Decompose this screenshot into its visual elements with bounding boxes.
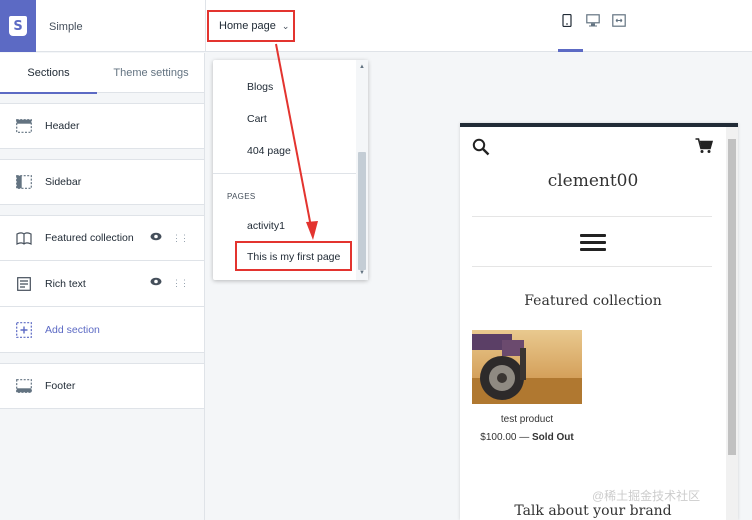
drag-handle-icon[interactable]: ⋮⋮	[172, 233, 189, 244]
section-label: Sidebar	[45, 176, 82, 188]
dropdown-item-activity1[interactable]: activity1	[247, 220, 285, 232]
divider	[472, 266, 712, 267]
sold-out-badge: Sold Out	[532, 432, 574, 443]
brand-heading: Talk about your brand	[514, 503, 672, 519]
preview-scrollbar[interactable]	[726, 127, 738, 520]
section-sidebar[interactable]: Sidebar	[0, 159, 204, 205]
featured-collection-heading: Featured collection	[524, 293, 662, 309]
divider	[472, 216, 712, 217]
dropdown-item-cart[interactable]: Cart	[247, 113, 267, 125]
product-name[interactable]: test product	[472, 414, 582, 425]
text-icon	[15, 276, 33, 292]
dropdown-pages-heading: PAGES	[227, 192, 256, 201]
fullscreen-icon[interactable]	[612, 14, 626, 34]
active-device-indicator	[558, 49, 583, 52]
scroll-up-icon[interactable]: ▲	[359, 64, 365, 70]
section-rich-text[interactable]: Rich text ⋮⋮	[0, 261, 204, 307]
scrollbar-thumb[interactable]	[358, 152, 366, 270]
tab-sections[interactable]: Sections	[0, 53, 97, 94]
section-footer[interactable]: Footer	[0, 363, 204, 409]
theme-name: Simple	[49, 21, 83, 33]
store-name[interactable]: clement00	[460, 171, 726, 191]
eye-icon[interactable]	[150, 277, 162, 289]
drag-handle-icon[interactable]: ⋮⋮	[172, 278, 189, 289]
hamburger-menu-icon[interactable]	[580, 234, 606, 255]
cart-icon[interactable]	[695, 138, 714, 157]
section-label: Rich text	[45, 277, 86, 290]
page-selector-label: Home page	[219, 20, 276, 32]
section-label: Featured collection	[45, 232, 134, 244]
add-icon	[15, 321, 33, 338]
scroll-down-icon[interactable]: ▼	[359, 270, 365, 276]
tab-theme-settings[interactable]: Theme settings	[97, 53, 205, 93]
header-icon	[15, 118, 33, 134]
divider	[205, 0, 206, 52]
section-header[interactable]: Header	[0, 103, 204, 149]
section-label: Footer	[45, 380, 76, 392]
top-bar: S Simple Home page ⌄	[0, 0, 752, 52]
dropdown-scrollbar[interactable]: ▲ ▼	[356, 60, 368, 280]
section-label: Header	[45, 120, 80, 132]
product-price: $100.00 — Sold Out	[472, 432, 582, 443]
watermark: @稀土掘金技术社区	[592, 489, 701, 503]
sidebar: Sections Theme settings Header Sidebar F…	[0, 53, 205, 520]
mobile-icon[interactable]	[560, 14, 574, 34]
section-label: Add section	[45, 323, 100, 336]
dropdown-divider	[213, 173, 356, 174]
sidebar-icon	[15, 174, 33, 190]
chevron-down-icon: ⌄	[281, 20, 290, 31]
dropdown-item-first-page[interactable]: This is my first page	[247, 251, 340, 263]
page-selector[interactable]: Home page ⌄	[207, 10, 295, 42]
desktop-icon[interactable]	[586, 14, 600, 34]
footer-icon	[15, 378, 33, 394]
price-separator: —	[516, 432, 533, 443]
store-preview: clement00 Featured collection test produ…	[460, 123, 738, 520]
dropdown-item-blogs[interactable]: Blogs	[247, 81, 273, 93]
scrollbar-thumb[interactable]	[728, 139, 736, 455]
dropdown-item-404[interactable]: 404 page	[247, 145, 291, 157]
section-featured-collection[interactable]: Featured collection ⋮⋮	[0, 215, 204, 261]
product-image[interactable]	[472, 330, 582, 404]
search-icon[interactable]	[472, 138, 490, 159]
sidebar-tabs: Sections Theme settings	[0, 53, 205, 94]
add-section-button[interactable]: Add section	[0, 307, 204, 353]
shopping-bag-icon: S	[9, 16, 27, 36]
eye-icon[interactable]	[150, 232, 162, 244]
page-dropdown: Blogs Cart 404 page PAGES activity1 This…	[213, 60, 368, 280]
book-icon	[15, 230, 33, 246]
price-value: $100.00	[480, 432, 517, 443]
shopify-logo[interactable]: S	[0, 0, 36, 52]
